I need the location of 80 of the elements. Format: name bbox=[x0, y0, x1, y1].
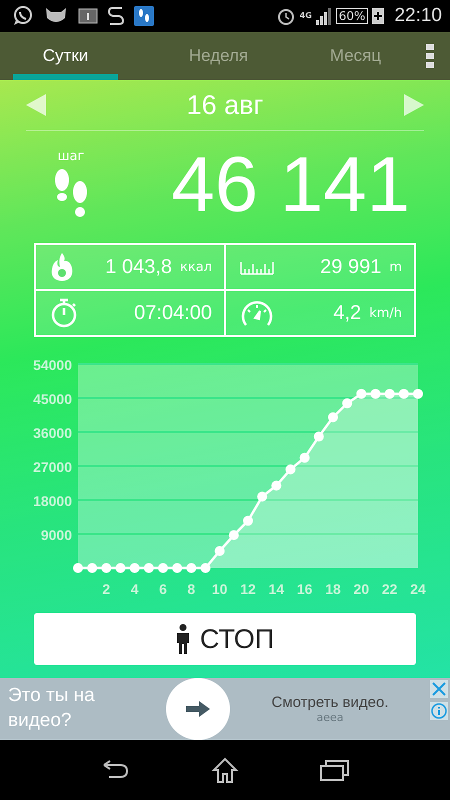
signal-icon bbox=[316, 7, 332, 25]
data-point bbox=[413, 388, 423, 399]
stop-button[interactable]: СТОП bbox=[34, 613, 416, 665]
data-point bbox=[214, 546, 225, 556]
x-axis-label: 2 bbox=[102, 581, 110, 597]
stat-value: 4,2 bbox=[333, 302, 362, 324]
y-axis-label: 18000 bbox=[33, 493, 72, 509]
data-point bbox=[370, 388, 380, 399]
ad-call-to-action: Смотреть видео. bbox=[271, 694, 389, 711]
footprints-icon bbox=[52, 168, 90, 220]
data-point bbox=[257, 492, 268, 502]
x-axis-label: 22 bbox=[382, 581, 398, 597]
ruler-icon bbox=[240, 259, 274, 275]
y-axis-label: 45000 bbox=[33, 391, 72, 407]
data-point bbox=[158, 563, 168, 573]
x-axis-label: 14 bbox=[268, 581, 284, 597]
y-axis-label: 9000 bbox=[40, 527, 72, 543]
stat-value: 07:04:00 bbox=[134, 302, 212, 324]
data-point bbox=[356, 388, 366, 399]
data-point bbox=[243, 516, 253, 526]
person-icon bbox=[176, 624, 190, 654]
battery-indicator: 60% bbox=[336, 8, 368, 24]
stat-value: 1 043,8 bbox=[105, 256, 172, 278]
home-icon[interactable] bbox=[210, 756, 239, 784]
data-point bbox=[384, 388, 395, 399]
y-axis-label: 27000 bbox=[33, 459, 72, 475]
data-point bbox=[186, 563, 196, 573]
step-count: 46 141 bbox=[171, 145, 410, 223]
data-point bbox=[271, 480, 282, 491]
ad-banner[interactable]: Это ты на видео? Смотреть видео. aeea bbox=[0, 678, 450, 740]
stat-value: 29 991 bbox=[320, 256, 382, 278]
x-axis-label: 4 bbox=[130, 581, 139, 597]
stopwatch-icon bbox=[50, 298, 78, 328]
date-label: 16 авг bbox=[186, 90, 264, 120]
data-point bbox=[228, 530, 239, 540]
x-axis-label: 20 bbox=[354, 581, 370, 597]
data-point bbox=[328, 412, 338, 422]
period-tab[interactable]: Неделя bbox=[150, 32, 287, 80]
speedometer-icon bbox=[240, 299, 274, 327]
ad-headline: Это ты на видео? bbox=[7, 684, 96, 733]
x-axis-label: 18 bbox=[325, 581, 341, 597]
y-axis-label: 54000 bbox=[33, 357, 72, 373]
s-logo-icon bbox=[108, 5, 124, 27]
recent-apps-icon[interactable] bbox=[320, 758, 350, 782]
data-point bbox=[101, 563, 112, 573]
arrow-right-icon bbox=[186, 701, 210, 717]
x-axis-label: 8 bbox=[187, 581, 196, 597]
steps-unit-label: шаг bbox=[58, 148, 84, 164]
network-type: 4G bbox=[300, 11, 312, 20]
data-point bbox=[73, 563, 83, 573]
charging-plus-icon bbox=[372, 8, 384, 24]
data-point bbox=[87, 563, 98, 573]
data-point bbox=[130, 563, 140, 573]
data-point bbox=[314, 432, 324, 442]
x-axis-label: 10 bbox=[212, 581, 228, 597]
x-axis-label: 16 bbox=[296, 581, 312, 597]
data-point bbox=[398, 388, 409, 399]
data-point bbox=[172, 563, 182, 573]
stat-unit: ккал bbox=[180, 260, 212, 274]
clock-time: 22:10 bbox=[394, 5, 442, 27]
data-point bbox=[300, 452, 310, 463]
data-point bbox=[144, 563, 154, 573]
footprints-app-icon bbox=[134, 6, 154, 26]
alarm-clock-icon bbox=[276, 6, 296, 26]
stat-unit: m bbox=[389, 260, 402, 274]
data-point bbox=[200, 563, 210, 573]
data-point bbox=[116, 563, 126, 573]
stat-unit: km/h bbox=[369, 306, 402, 320]
x-axis-label: 12 bbox=[240, 581, 256, 597]
x-axis-label: 24 bbox=[410, 581, 426, 597]
data-point bbox=[286, 464, 296, 474]
ad-source: aeea bbox=[316, 711, 344, 724]
overflow-menu-icon[interactable] bbox=[426, 44, 434, 68]
chat-bubble-icon bbox=[12, 5, 34, 27]
data-point bbox=[342, 398, 352, 408]
info-card-icon bbox=[78, 8, 98, 24]
period-tab[interactable]: Месяц bbox=[287, 32, 424, 80]
x-axis-label: 6 bbox=[159, 581, 167, 597]
flame-icon bbox=[50, 252, 74, 282]
y-axis-label: 36000 bbox=[33, 425, 72, 441]
